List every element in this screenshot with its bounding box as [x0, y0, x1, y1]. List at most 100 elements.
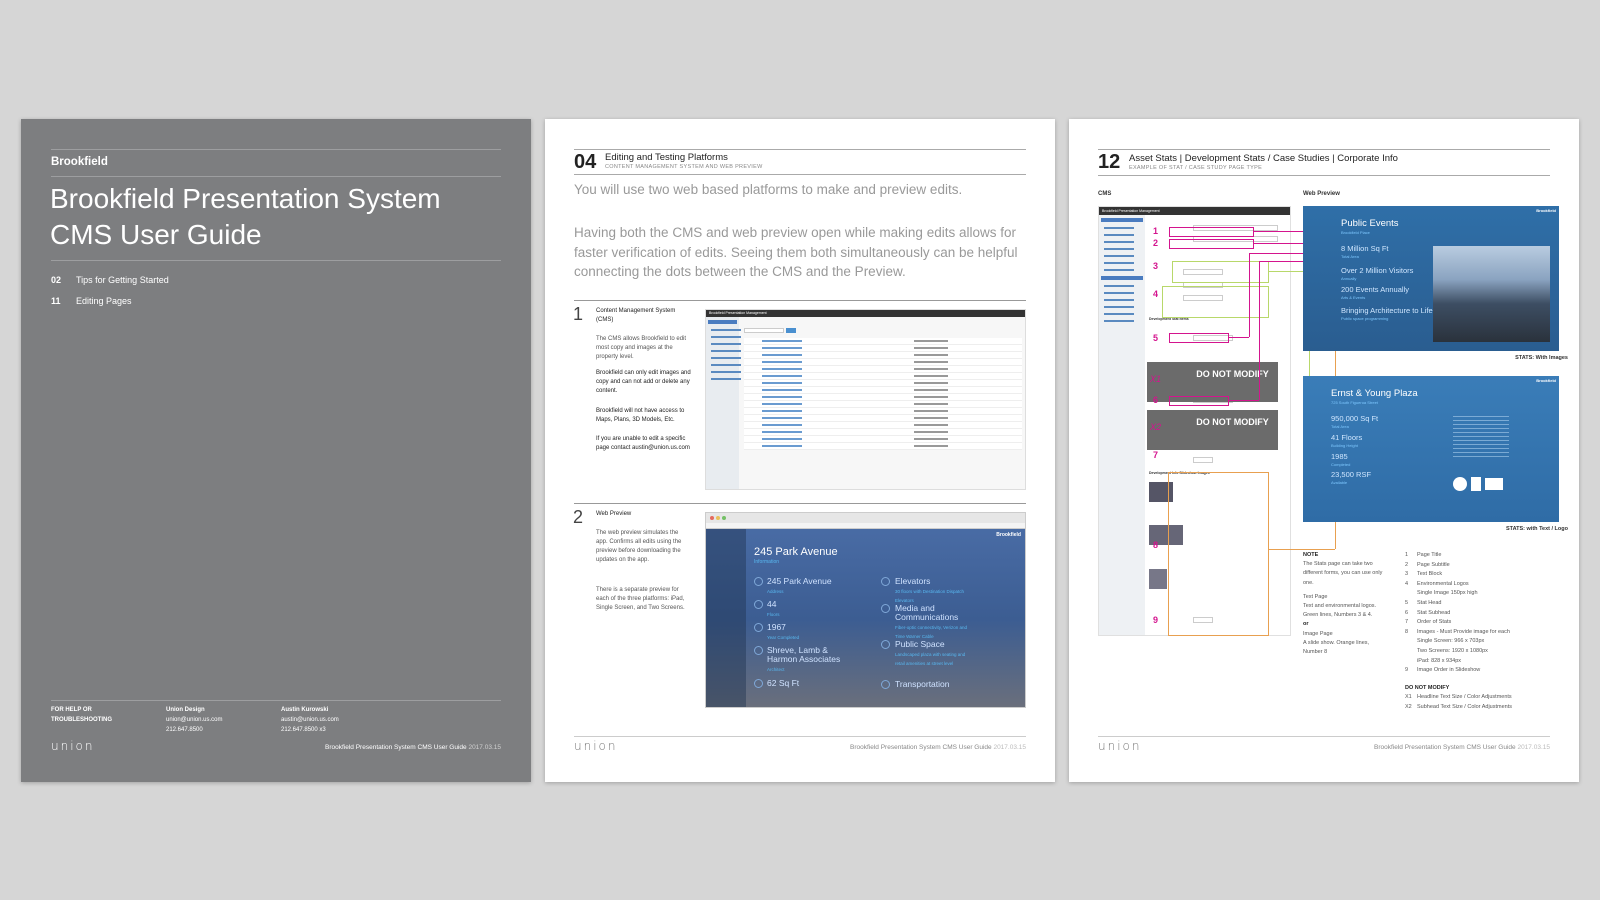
preview-title: Public Events [1341, 218, 1399, 229]
preview-caption: STATS: with Text / Logo [1505, 526, 1568, 532]
stat-item: Transportation [895, 679, 950, 689]
connector-line [1259, 261, 1260, 400]
browser-close-icon[interactable] [710, 516, 714, 520]
web-preview-images: Brookfield Public Events Brookfield Plac… [1303, 206, 1559, 351]
legend-item: Two Screens: 1920 x 1080px [1417, 647, 1488, 654]
legend-item: 6 Stat Subhead [1405, 609, 1451, 616]
step-number: 1 [573, 304, 584, 324]
note-title: NOTE [1303, 552, 1319, 558]
step-title: Content Management System (CMS) [596, 308, 676, 323]
browser-minimize-icon[interactable] [716, 516, 720, 520]
text-block [1453, 416, 1509, 460]
contact-union: Union Design union@union.us.com 212.647.… [166, 705, 222, 735]
legend-item: 4 Environmental Logos [1405, 580, 1469, 587]
legend-item: X2 Subhead Text Size / Color Adjustments [1405, 703, 1512, 710]
cms-sidebar [1099, 215, 1145, 635]
brand-name: Brookfield [51, 156, 108, 168]
cms-sidebar [706, 317, 741, 489]
cms-header: Brookfield Presentation Management [706, 310, 1025, 317]
marker-x1: X1 [1150, 374, 1162, 384]
magenta-highlight [1169, 227, 1254, 237]
thumbnail-image[interactable] [1149, 569, 1167, 589]
legend-item: 8 Images - Must Provide image for each [1405, 628, 1510, 635]
union-logo: union [574, 739, 618, 753]
magenta-highlight [1169, 396, 1229, 406]
marker-5: 5 [1153, 333, 1159, 343]
public-space-icon [881, 640, 890, 649]
event-photo [1433, 246, 1550, 342]
contact-email[interactable]: union@union.us.com [166, 715, 222, 725]
note-text-page: Text Page [1303, 593, 1328, 600]
stat-item: 1985 Completed [1331, 452, 1351, 468]
orange-highlight [1168, 472, 1269, 636]
page-footer: Brookfield Presentation System CMS User … [1374, 744, 1550, 751]
preview-subtitle: Information [754, 559, 780, 565]
divider [51, 176, 501, 177]
legend-item: 3 Text Block [1405, 571, 1443, 578]
cms-label: CMS [1098, 191, 1112, 197]
toc-label: Tips for Getting Started [76, 275, 169, 285]
web-preview-screenshot: Brookfield 245 Park Avenue Information 2… [705, 512, 1026, 708]
step-text: The CMS allows Brookfield to edit most c… [596, 336, 687, 360]
note-image-page: Image Page [1303, 630, 1333, 637]
note-image-desc: A slide show. Orange lines, Number 8 [1303, 639, 1370, 656]
marker-3: 3 [1153, 261, 1159, 271]
green-highlight [1162, 286, 1269, 318]
browser-maximize-icon[interactable] [722, 516, 726, 520]
connector-line [1249, 253, 1250, 337]
stat-item: Public Space Landscaped plaza with seatin… [895, 639, 966, 667]
preview-sidebar [706, 529, 746, 707]
transportation-icon [881, 680, 890, 689]
union-logo: union [51, 739, 95, 753]
divider [574, 174, 1026, 175]
preview-caption: STATS: With Images [1515, 355, 1568, 361]
web-preview-label: Web Preview [1303, 191, 1340, 197]
toc-item[interactable]: 11 Editing Pages [51, 291, 169, 312]
cms-screenshot: Brookfield Presentation Management [705, 309, 1026, 490]
preview-brand: Brookfield [1536, 378, 1556, 383]
contact-phone: 212.647.8500 [166, 727, 203, 733]
connector-line [1229, 337, 1249, 338]
stat-item: 200 Events Annually Arts & Events [1341, 285, 1409, 301]
toc-item[interactable]: 02 Tips for Getting Started [51, 270, 169, 291]
cms-sidebar-active[interactable] [708, 320, 737, 324]
connector-line [1229, 400, 1259, 401]
magenta-highlight [1169, 239, 1254, 249]
note-block: NOTE The Stats page can take two differe… [1303, 551, 1388, 657]
media-icon [881, 604, 890, 613]
stat-item: Bringing Architecture to Life Public spac… [1341, 306, 1433, 322]
do-not-modify-block: DO NOT MODIFY [1147, 410, 1278, 450]
help-label-line2: TROUBLESHOOTING [51, 717, 112, 723]
elevator-icon [881, 577, 890, 586]
preview-subtitle: 725 South Figueroa Street [1331, 400, 1378, 405]
note-body: The Stats page can take two different fo… [1303, 561, 1383, 586]
divider [1098, 736, 1550, 737]
step-text: Brookfield can only edit images and copy… [596, 370, 691, 394]
cms-search-button[interactable] [786, 328, 796, 333]
divider [51, 700, 501, 701]
step-number: 2 [573, 507, 584, 527]
environmental-logo [1471, 477, 1481, 491]
legend-item: 5 Stat Head [1405, 599, 1442, 606]
web-preview-text-logo: Brookfield Ernst & Young Plaza 725 South… [1303, 376, 1559, 522]
marker-x2: X2 [1150, 422, 1162, 432]
marker-4: 4 [1153, 289, 1159, 299]
legend-item: 1 Page Title [1405, 552, 1442, 558]
divider [574, 503, 1026, 504]
legend-item: 2 Page Subtitle [1405, 561, 1450, 568]
area-icon [754, 679, 763, 688]
browser-address-bar[interactable] [706, 523, 1025, 529]
toc: 02 Tips for Getting Started 11 Editing Pag… [51, 270, 169, 312]
page-12: 12 Asset Stats | Development Stats / Cas… [1069, 119, 1579, 782]
section-subtitle: EXAMPLE OF STAT / CASE STUDY PAGE TYPE [1129, 165, 1263, 171]
legend-item: 9 Image Order in Slideshow [1405, 667, 1481, 674]
contact-email[interactable]: austin@union.us.com [281, 715, 339, 725]
step-text: The web preview simulates the app. Confi… [596, 530, 682, 563]
divider [51, 149, 501, 150]
note-or: or [1303, 621, 1309, 628]
page-footer: Brookfield Presentation System CMS User … [325, 744, 501, 751]
marker-1: 1 [1153, 226, 1159, 236]
cms-search-input[interactable] [744, 328, 784, 333]
floors-icon [754, 600, 763, 609]
cms-field[interactable] [1193, 457, 1213, 463]
